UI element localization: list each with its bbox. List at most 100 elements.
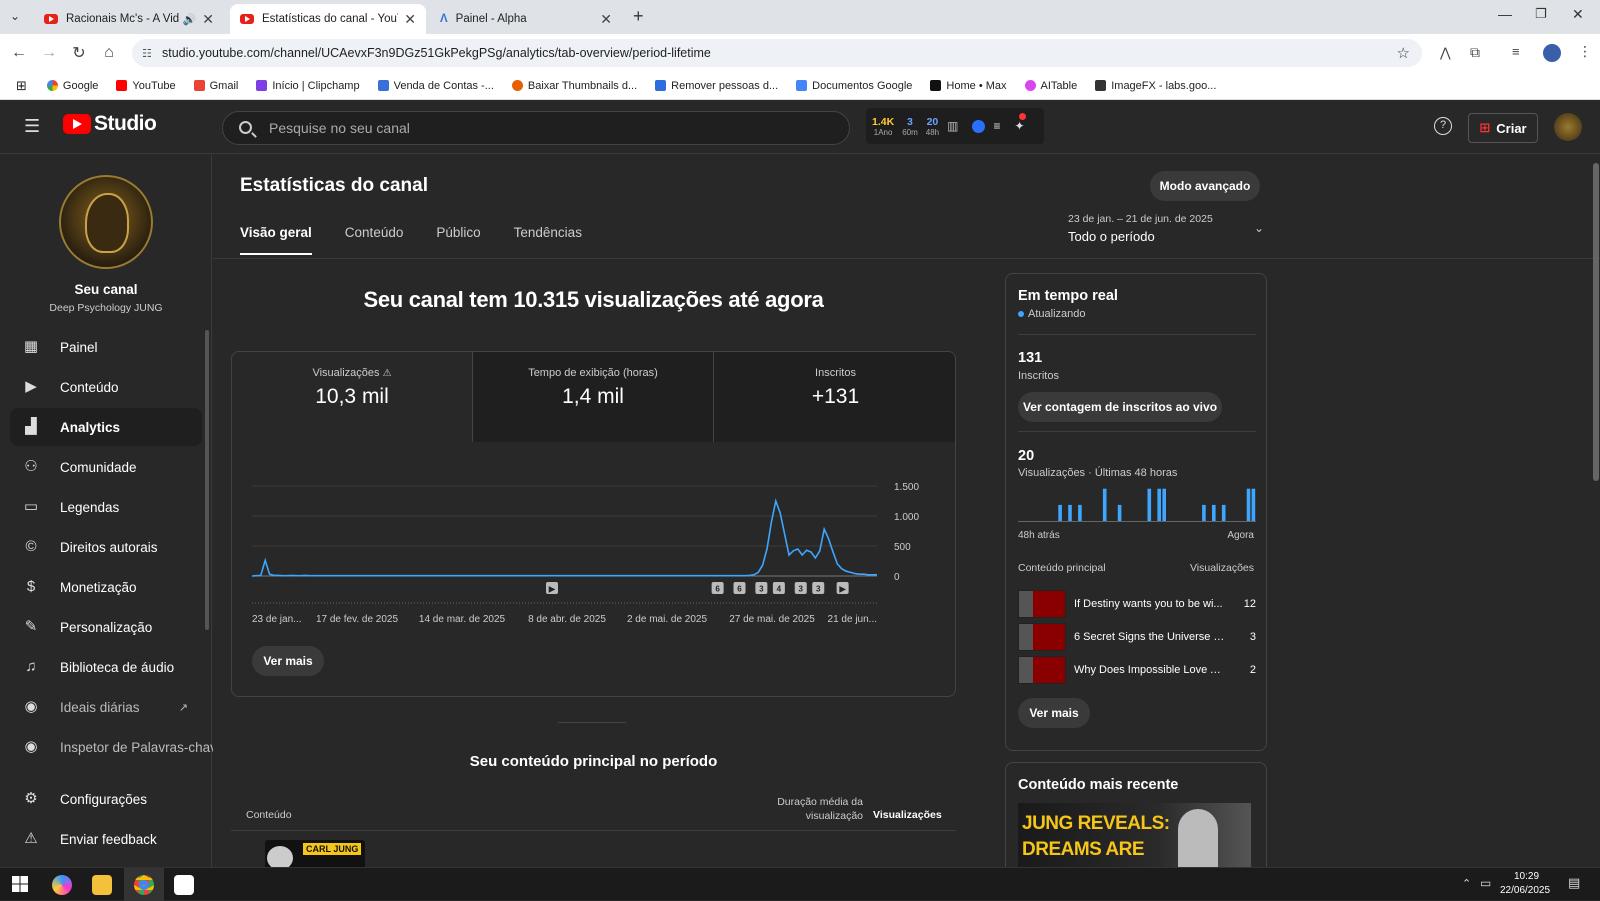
network-icon[interactable]: ▭ xyxy=(1480,876,1491,890)
sidebar-item-settings[interactable]: ⚙ Configurações xyxy=(10,780,202,818)
sidebar-item-audio-library[interactable]: ♫ Biblioteca de áudio xyxy=(10,648,202,686)
extension-icon[interactable]: ⋀ xyxy=(1440,45,1451,61)
close-tab-icon[interactable]: ✕ xyxy=(404,11,416,28)
copilot-icon[interactable] xyxy=(52,875,72,895)
video-marker[interactable]: 6 xyxy=(733,582,746,594)
live-subscriber-count-button[interactable]: Ver contagem de inscritos ao vivo xyxy=(1018,392,1222,422)
video-marker[interactable]: ▶ xyxy=(836,582,849,594)
video-marker[interactable]: 6 xyxy=(711,582,724,594)
file-explorer-icon[interactable] xyxy=(92,875,112,895)
bookmark-item[interactable]: Documentos Google xyxy=(796,80,912,92)
sidebar-item-customization[interactable]: ✎ Personalização xyxy=(10,608,202,646)
bookmark-item[interactable]: YouTube xyxy=(116,80,176,92)
search-input[interactable]: Pesquise no seu canal xyxy=(222,111,850,145)
table-header-views[interactable]: Visualizações xyxy=(873,809,942,821)
forward-arrow-icon[interactable]: → xyxy=(34,44,64,62)
list-item[interactable]: If Destiny wants you to be wi... 12 xyxy=(1018,590,1256,618)
rt-see-more-button[interactable]: Ver mais xyxy=(1018,698,1090,728)
sidebar-item-copyright[interactable]: © Direitos autorais xyxy=(10,528,202,566)
sidebar-scrollbar[interactable] xyxy=(205,330,209,630)
vidiq-icon[interactable] xyxy=(972,119,986,133)
list-menu-icon[interactable]: ≡ xyxy=(993,119,1000,133)
bookmark-item[interactable]: AITable xyxy=(1024,80,1077,92)
bookmark-item[interactable]: Venda de Contas -... xyxy=(377,80,494,92)
notification-bulb-icon[interactable]: ✦ xyxy=(1014,113,1027,133)
create-button[interactable]: ⊞ Criar xyxy=(1468,113,1538,143)
tab-content[interactable]: Conteúdo xyxy=(345,225,404,255)
studio-logo[interactable]: Studio xyxy=(63,112,157,136)
account-avatar[interactable] xyxy=(1554,113,1582,141)
capcut-icon[interactable] xyxy=(174,875,194,895)
video-marker[interactable]: 3 xyxy=(755,582,768,594)
bookmark-item[interactable]: Remover pessoas d... xyxy=(655,80,778,92)
new-tab-button[interactable]: + xyxy=(633,6,644,27)
clock-time[interactable]: 10:29 xyxy=(1514,871,1539,882)
see-more-button[interactable]: Ver mais xyxy=(252,646,324,676)
sidebar-item-feedback[interactable]: ⚠ Enviar feedback xyxy=(10,820,202,858)
tab-search-icon[interactable]: ⌄ xyxy=(10,9,20,23)
close-window-button[interactable]: ✕ xyxy=(1572,6,1584,23)
sidebar-item-subtitles[interactable]: ▭ Legendas xyxy=(10,488,202,526)
chrome-taskbar-button[interactable] xyxy=(124,868,164,901)
table-header-duration[interactable]: Duração média da visualização xyxy=(753,795,863,823)
bookmark-item[interactable]: ImageFX - labs.goo... xyxy=(1095,80,1216,92)
tab-audience[interactable]: Público xyxy=(436,225,480,255)
video-marker[interactable]: 3 xyxy=(812,582,825,594)
notification-icon[interactable]: ▤ xyxy=(1568,875,1580,891)
reload-icon[interactable]: ↻ xyxy=(64,43,94,63)
table-row[interactable]: CARL JUNG xyxy=(265,840,365,867)
bookmark-item[interactable]: Google xyxy=(46,80,98,92)
sidebar-item-daily-ideas[interactable]: ◉ Ideais diárias ↗ xyxy=(10,688,202,726)
list-item[interactable]: Why Does Impossible Love Af... 2 xyxy=(1018,656,1256,684)
sidebar-item-analytics[interactable]: ▟ Analytics xyxy=(10,408,202,446)
sidebar-item-content[interactable]: ▶ Conteúdo xyxy=(10,368,202,406)
sidebar-item-keyword-inspector[interactable]: ◉ Inspetor de Palavras-chav xyxy=(10,728,216,766)
list-item[interactable]: 6 Secret Signs the Universe W... 3 xyxy=(1018,623,1256,651)
help-icon[interactable]: ? xyxy=(1434,117,1452,135)
realtime-bar-chart[interactable] xyxy=(1018,486,1256,522)
browser-menu-icon[interactable]: ⋮ xyxy=(1578,43,1592,60)
page-scrollbar[interactable] xyxy=(1593,163,1599,481)
channel-avatar[interactable] xyxy=(59,175,153,269)
tray-chevron-icon[interactable]: ⌃ xyxy=(1462,877,1471,890)
restore-button[interactable]: ❐ xyxy=(1535,6,1547,22)
close-tab-icon[interactable]: ✕ xyxy=(202,11,214,28)
video-marker[interactable]: 4 xyxy=(772,582,785,594)
windows-start-icon[interactable] xyxy=(12,876,28,892)
bookmark-star-icon[interactable]: ☆ xyxy=(1397,44,1410,62)
views-line-chart[interactable]: 1.500 1.000 500 0 ▶ 6 6 3 4 3 3 ▶ 23 de jan... 17 de … xyxy=(232,462,956,662)
sidebar-item-community[interactable]: ⚇ Comunidade xyxy=(10,448,202,486)
clock-date[interactable]: 22/06/2025 xyxy=(1500,885,1550,896)
tab-overview[interactable]: Visão geral xyxy=(240,225,312,255)
home-icon[interactable]: ⌂ xyxy=(94,44,124,62)
bookmark-item[interactable]: Gmail xyxy=(193,80,238,92)
browser-tab[interactable]: Racionais Mc's - A Vida é Desafio 🔊 ✕ xyxy=(34,4,224,34)
back-arrow-icon[interactable]: ← xyxy=(4,44,34,62)
metric-watch-time[interactable]: Tempo de exibição (horas) 1,4 mil xyxy=(473,352,714,442)
video-marker[interactable]: ▶ xyxy=(546,582,558,594)
period-selector[interactable]: 23 de jan. – 21 de jun. de 2025 Todo o p… xyxy=(1068,213,1268,249)
sidebar-item-dashboard[interactable]: ▦ Painel xyxy=(10,328,202,366)
tab-trends[interactable]: Tendências xyxy=(514,225,582,255)
vidiq-extension-widget[interactable]: 1.4K 1Ano 3 60m 20 48h ▥ ≡ ✦ xyxy=(866,108,1044,144)
close-tab-icon[interactable]: ✕ xyxy=(600,11,612,28)
metric-views[interactable]: Visualizações ⚠ 10,3 mil xyxy=(232,352,473,442)
hamburger-menu-icon[interactable]: ☰ xyxy=(24,116,40,137)
bookmark-item[interactable]: Baixar Thumbnails d... xyxy=(511,80,637,92)
media-control-icon[interactable]: ≡ xyxy=(1512,44,1520,59)
metric-subscribers[interactable]: Inscritos +131 xyxy=(714,352,955,442)
browser-tab-active[interactable]: Estatísticas do canal - YouTube ✕ xyxy=(230,4,426,34)
browser-tab[interactable]: Λ Painel - Alpha ✕ xyxy=(430,4,622,34)
extensions-puzzle-icon[interactable]: ⧉ xyxy=(1470,44,1480,61)
bar-chart-icon[interactable]: ▥ xyxy=(947,119,958,133)
sidebar-item-monetization[interactable]: $ Monetização xyxy=(10,568,202,606)
bookmark-item[interactable]: Home • Max xyxy=(930,80,1007,92)
audio-icon[interactable]: 🔊 xyxy=(183,13,197,26)
minimize-button[interactable]: — xyxy=(1498,6,1512,22)
profile-avatar[interactable] xyxy=(1543,44,1561,62)
video-marker[interactable]: 3 xyxy=(794,582,807,594)
advanced-mode-button[interactable]: Modo avançado xyxy=(1150,171,1260,201)
bookmark-item[interactable]: Início | Clipchamp xyxy=(256,80,360,92)
url-field[interactable]: ☷ studio.youtube.com/channel/UCAevxF3n9D… xyxy=(132,39,1422,67)
apps-grid-icon[interactable]: ⊞ xyxy=(16,78,27,94)
